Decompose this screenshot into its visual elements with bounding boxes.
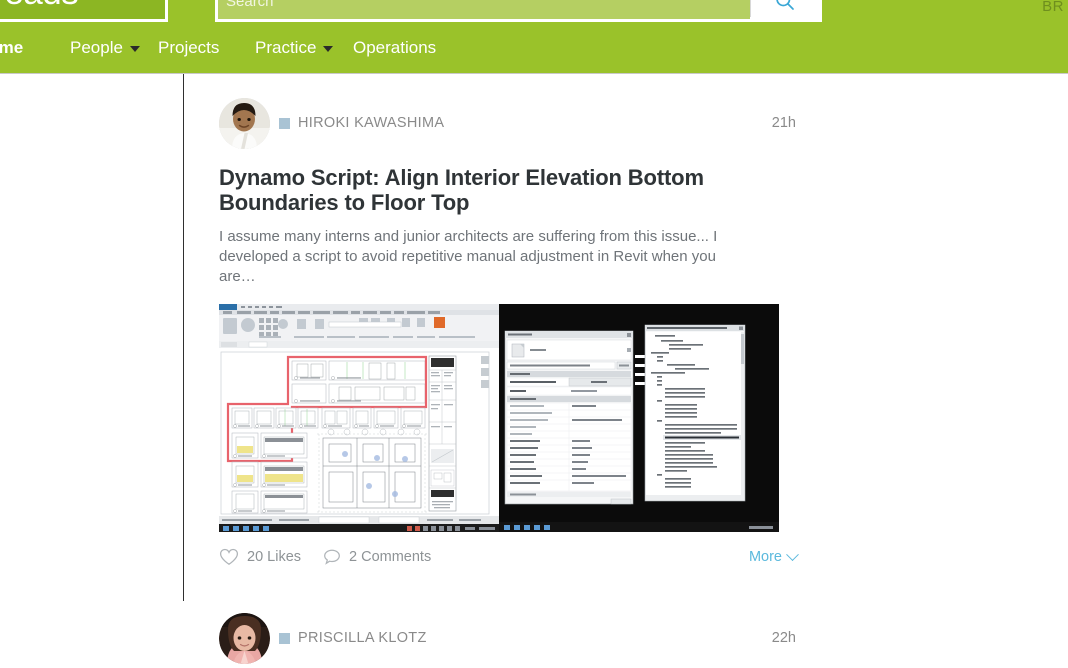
post-feed: HIROKI KAWASHIMA 21h Dynamo Script: Alig… [219, 74, 819, 668]
nav-item-operations[interactable]: Operations [353, 22, 436, 74]
site-header: threads BR Home People Proje [0, 0, 1068, 74]
search-button[interactable] [751, 0, 819, 19]
account-menu-label[interactable]: BR [1042, 0, 1064, 15]
post-author[interactable]: PRISCILLA KLOTZ [279, 630, 427, 646]
chevron-down-icon [129, 46, 140, 52]
search-icon [775, 0, 795, 11]
search-bar [215, 0, 822, 22]
revit-properties-browser-screenshot[interactable] [499, 304, 779, 532]
main-navigation: Home People Projects Practice Operations [0, 22, 1068, 74]
feed-post: HIROKI KAWASHIMA 21h Dynamo Script: Alig… [219, 74, 819, 573]
comment-button[interactable]: 2 Comments [323, 548, 431, 566]
search-input[interactable] [218, 0, 750, 19]
nav-item-people[interactable]: People [70, 22, 140, 74]
post-divider-gap [219, 573, 819, 613]
nav-item-operations-label: Operations [353, 38, 437, 57]
post-header: HIROKI KAWASHIMA 21h [219, 98, 819, 153]
like-count-label: 20 Likes [247, 549, 302, 565]
chevron-down-icon [323, 46, 334, 52]
nav-item-practice-label: Practice [255, 38, 317, 57]
post-actions: 20 Likes 2 Comments More [219, 541, 799, 573]
comment-bubble-icon [323, 548, 341, 566]
nav-item-projects[interactable]: Projects [158, 22, 219, 74]
post-media-gallery[interactable] [219, 304, 779, 532]
post-timestamp: 21h [771, 115, 796, 131]
more-button[interactable]: More [748, 547, 799, 565]
author-status-badge [279, 632, 290, 644]
post-excerpt: I assume many interns and junior archite… [219, 228, 718, 285]
post-author-name: HIROKI KAWASHIMA [298, 115, 445, 131]
feed-post: PRISCILLA KLOTZ 22h [219, 613, 819, 668]
top-bar: threads BR [0, 0, 1068, 22]
nav-item-people-label: People [70, 38, 123, 57]
more-label: More [748, 549, 782, 565]
post-author[interactable]: HIROKI KAWASHIMA [279, 115, 444, 131]
heart-icon [219, 548, 239, 566]
comment-count-label: 2 Comments [349, 549, 432, 565]
chevron-down-icon [786, 547, 799, 561]
avatar-priscilla-klotz[interactable] [219, 613, 270, 664]
site-logo[interactable]: threads [0, 0, 168, 22]
page-body: HIROKI KAWASHIMA 21h Dynamo Script: Alig… [0, 74, 1068, 664]
revit-sheet-screenshot[interactable] [219, 304, 499, 532]
author-status-badge [279, 117, 290, 129]
nav-item-projects-label: Projects [158, 38, 220, 57]
nav-item-home-label: Home [0, 38, 24, 57]
avatar-hiroki-kawashima[interactable] [219, 98, 270, 149]
content-left-rule [183, 74, 184, 601]
post-timestamp: 22h [771, 630, 796, 646]
post-author-name: PRISCILLA KLOTZ [298, 630, 427, 646]
like-button[interactable]: 20 Likes [219, 548, 301, 566]
nav-item-home[interactable]: Home [0, 22, 23, 74]
post-header: PRISCILLA KLOTZ 22h [219, 613, 819, 668]
nav-item-practice[interactable]: Practice [255, 22, 334, 74]
site-logo-text: threads [0, 0, 79, 15]
post-title[interactable]: Dynamo Script: Align Interior Elevation … [219, 165, 709, 215]
